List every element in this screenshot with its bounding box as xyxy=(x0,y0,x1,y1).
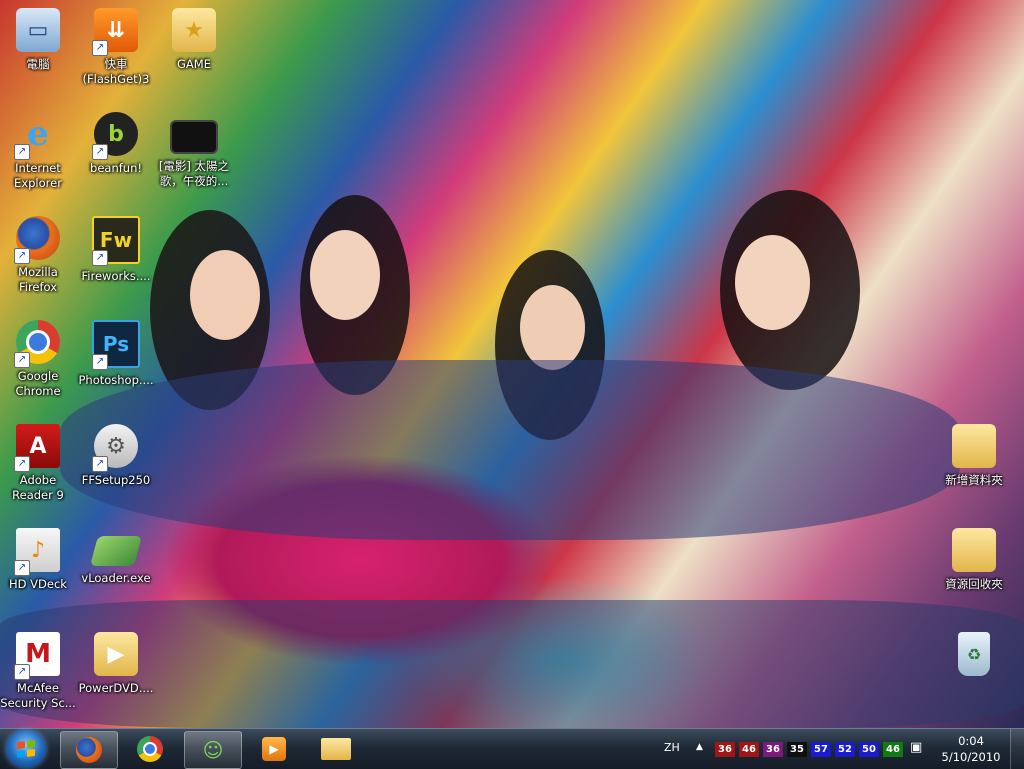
flashget-icon: ⇊ ↗ xyxy=(92,8,138,56)
shortcut-arrow-icon: ↗ xyxy=(92,354,108,370)
desktop-icon-label: [電影] 太陽之歌，午夜的... xyxy=(158,159,230,188)
video-file-icon xyxy=(170,120,218,154)
desktop-icon-label: HD VDeck xyxy=(9,577,67,591)
desktop-icon-ffsetup[interactable]: ⚙ ↗ FFSetup250 xyxy=(78,424,154,488)
desktop-icon-label: 快車(FlashGet)3 xyxy=(82,57,150,86)
show-desktop-button[interactable] xyxy=(1010,729,1024,769)
network-icon[interactable]: ▣ xyxy=(910,740,926,756)
hd-vdeck-icon: ♪ ↗ xyxy=(14,528,60,576)
shortcut-arrow-icon: ↗ xyxy=(92,250,108,266)
taskbar-chrome-button[interactable] xyxy=(122,731,178,767)
taskbar-media-player-button[interactable]: ▶ xyxy=(246,731,302,767)
desktop-icon-mcafee[interactable]: M ↗ McAfee Security Sc... xyxy=(0,632,76,711)
computer-icon: ▭ xyxy=(16,8,60,52)
clock-time: 0:04 xyxy=(958,734,984,748)
desktop-icon-label: Internet Explorer xyxy=(14,161,62,190)
vloader-icon xyxy=(89,536,143,566)
desktop-icon-label: Adobe Reader 9 xyxy=(12,473,64,502)
adobe-reader-icon: A ↗ xyxy=(14,424,60,472)
desktop-icon-label: Mozilla Firefox xyxy=(18,265,58,294)
windows-logo-icon xyxy=(17,740,35,758)
ffsetup-icon: ⚙ ↗ xyxy=(92,424,138,472)
taskbar: ☺ ▶ ZH ▲ 36 46 36 35 57 52 50 46 ▣ 0:04 … xyxy=(0,728,1024,769)
chrome-icon: ↗ xyxy=(14,320,60,368)
desktop-icon-resource-folder[interactable]: 資源回收夾 xyxy=(936,528,1012,592)
shortcut-arrow-icon: ↗ xyxy=(92,40,108,56)
desktop-icon-label: vLoader.exe xyxy=(81,571,151,585)
photoshop-icon: Ps ↗ xyxy=(92,320,140,370)
desktop-icon-internet-explorer[interactable]: e ↗ Internet Explorer xyxy=(0,112,76,191)
desktop-icon-label: Fireworks.... xyxy=(81,269,151,283)
desktop-icon-recycle-bin[interactable]: ♻ xyxy=(936,632,1012,681)
desktop-icon-label: FFSetup250 xyxy=(81,473,151,487)
desktop-icon-label: PowerDVD.... xyxy=(78,681,154,695)
desktop-icon-flashget[interactable]: ⇊ ↗ 快車(FlashGet)3 xyxy=(78,8,154,87)
desktop-icon-new-folder[interactable]: 新增資料夾 xyxy=(936,424,1012,488)
taskbar-explorer-button[interactable] xyxy=(308,731,364,767)
start-button[interactable] xyxy=(6,730,46,768)
chrome-icon xyxy=(137,736,163,762)
network-users-icon: ☺ xyxy=(202,738,224,762)
taskbar-network-users-button[interactable]: ☺ xyxy=(184,731,242,769)
folder-icon xyxy=(952,424,996,468)
folder-icon: ★ xyxy=(172,8,216,52)
tray-indicator[interactable]: 52 xyxy=(835,742,855,757)
desktop-icon-hd-vdeck[interactable]: ♪ ↗ HD VDeck xyxy=(0,528,76,592)
shortcut-arrow-icon: ↗ xyxy=(92,144,108,160)
desktop-icon-label: Google Chrome xyxy=(15,369,61,398)
shortcut-arrow-icon: ↗ xyxy=(14,144,30,160)
mcafee-icon: M ↗ xyxy=(14,632,60,680)
recycle-bin-icon: ♻ xyxy=(958,632,990,676)
desktop-icon-powerdvd-folder[interactable]: ▶ PowerDVD.... xyxy=(78,632,154,696)
desktop-icon-label: 新增資料夾 xyxy=(945,473,1003,487)
desktop-icon-label: Photoshop.... xyxy=(78,373,154,387)
shortcut-arrow-icon: ↗ xyxy=(14,456,30,472)
folder-icon xyxy=(952,528,996,572)
clock[interactable]: 0:04 5/10/2010 xyxy=(938,733,1004,765)
desktop-icon-label: 電腦 xyxy=(26,57,50,71)
desktop-icon-game-folder[interactable]: ★ GAME xyxy=(156,8,232,72)
desktop-icon-label: beanfun! xyxy=(90,161,142,175)
language-indicator[interactable]: ZH xyxy=(664,741,680,754)
tray-indicator[interactable]: 36 xyxy=(763,742,783,757)
explorer-folder-icon xyxy=(321,738,351,760)
clock-date: 5/10/2010 xyxy=(941,750,1001,764)
shortcut-arrow-icon: ↗ xyxy=(14,248,30,264)
tray-indicator[interactable]: 46 xyxy=(883,742,903,757)
internet-explorer-icon: e ↗ xyxy=(14,112,60,160)
desktop-icon-movie-file[interactable]: [電影] 太陽之歌，午夜的... xyxy=(156,120,232,189)
fireworks-icon: Fw ↗ xyxy=(92,216,140,266)
desktop-icon-photoshop[interactable]: Ps ↗ Photoshop.... xyxy=(78,320,154,388)
desktop-icon-label: 資源回收夾 xyxy=(945,577,1003,591)
shortcut-arrow-icon: ↗ xyxy=(92,456,108,472)
desktop-icon-label: GAME xyxy=(177,57,211,71)
desktop-icon-computer[interactable]: ▭ 電腦 xyxy=(0,8,76,72)
firefox-icon: ↗ xyxy=(14,216,60,264)
tray-indicator[interactable]: 50 xyxy=(859,742,879,757)
desktop-icon-adobe-reader[interactable]: A ↗ Adobe Reader 9 xyxy=(0,424,76,503)
tray-indicator[interactable]: 35 xyxy=(787,742,807,757)
powerdvd-folder-icon: ▶ xyxy=(94,632,138,676)
firefox-icon xyxy=(76,737,102,763)
shortcut-arrow-icon: ↗ xyxy=(14,352,30,368)
media-player-icon: ▶ xyxy=(262,737,286,761)
shortcut-arrow-icon: ↗ xyxy=(14,560,30,576)
desktop-icon-label: McAfee Security Sc... xyxy=(0,681,76,710)
desktop-icon-beanfun[interactable]: b ↗ beanfun! xyxy=(78,112,154,176)
taskbar-firefox-button[interactable] xyxy=(60,731,118,769)
tray-indicator[interactable]: 57 xyxy=(811,742,831,757)
desktop-icon-vloader[interactable]: vLoader.exe xyxy=(78,528,154,586)
desktop-icon-chrome[interactable]: ↗ Google Chrome xyxy=(0,320,76,399)
beanfun-icon: b ↗ xyxy=(92,112,138,160)
desktop-icon-fireworks[interactable]: Fw ↗ Fireworks.... xyxy=(78,216,154,284)
desktop-icon-firefox[interactable]: ↗ Mozilla Firefox xyxy=(0,216,76,295)
shortcut-arrow-icon: ↗ xyxy=(14,664,30,680)
tray-indicator[interactable]: 36 xyxy=(715,742,735,757)
show-hidden-icons-icon[interactable]: ▲ xyxy=(696,742,703,752)
tray-indicator[interactable]: 46 xyxy=(739,742,759,757)
